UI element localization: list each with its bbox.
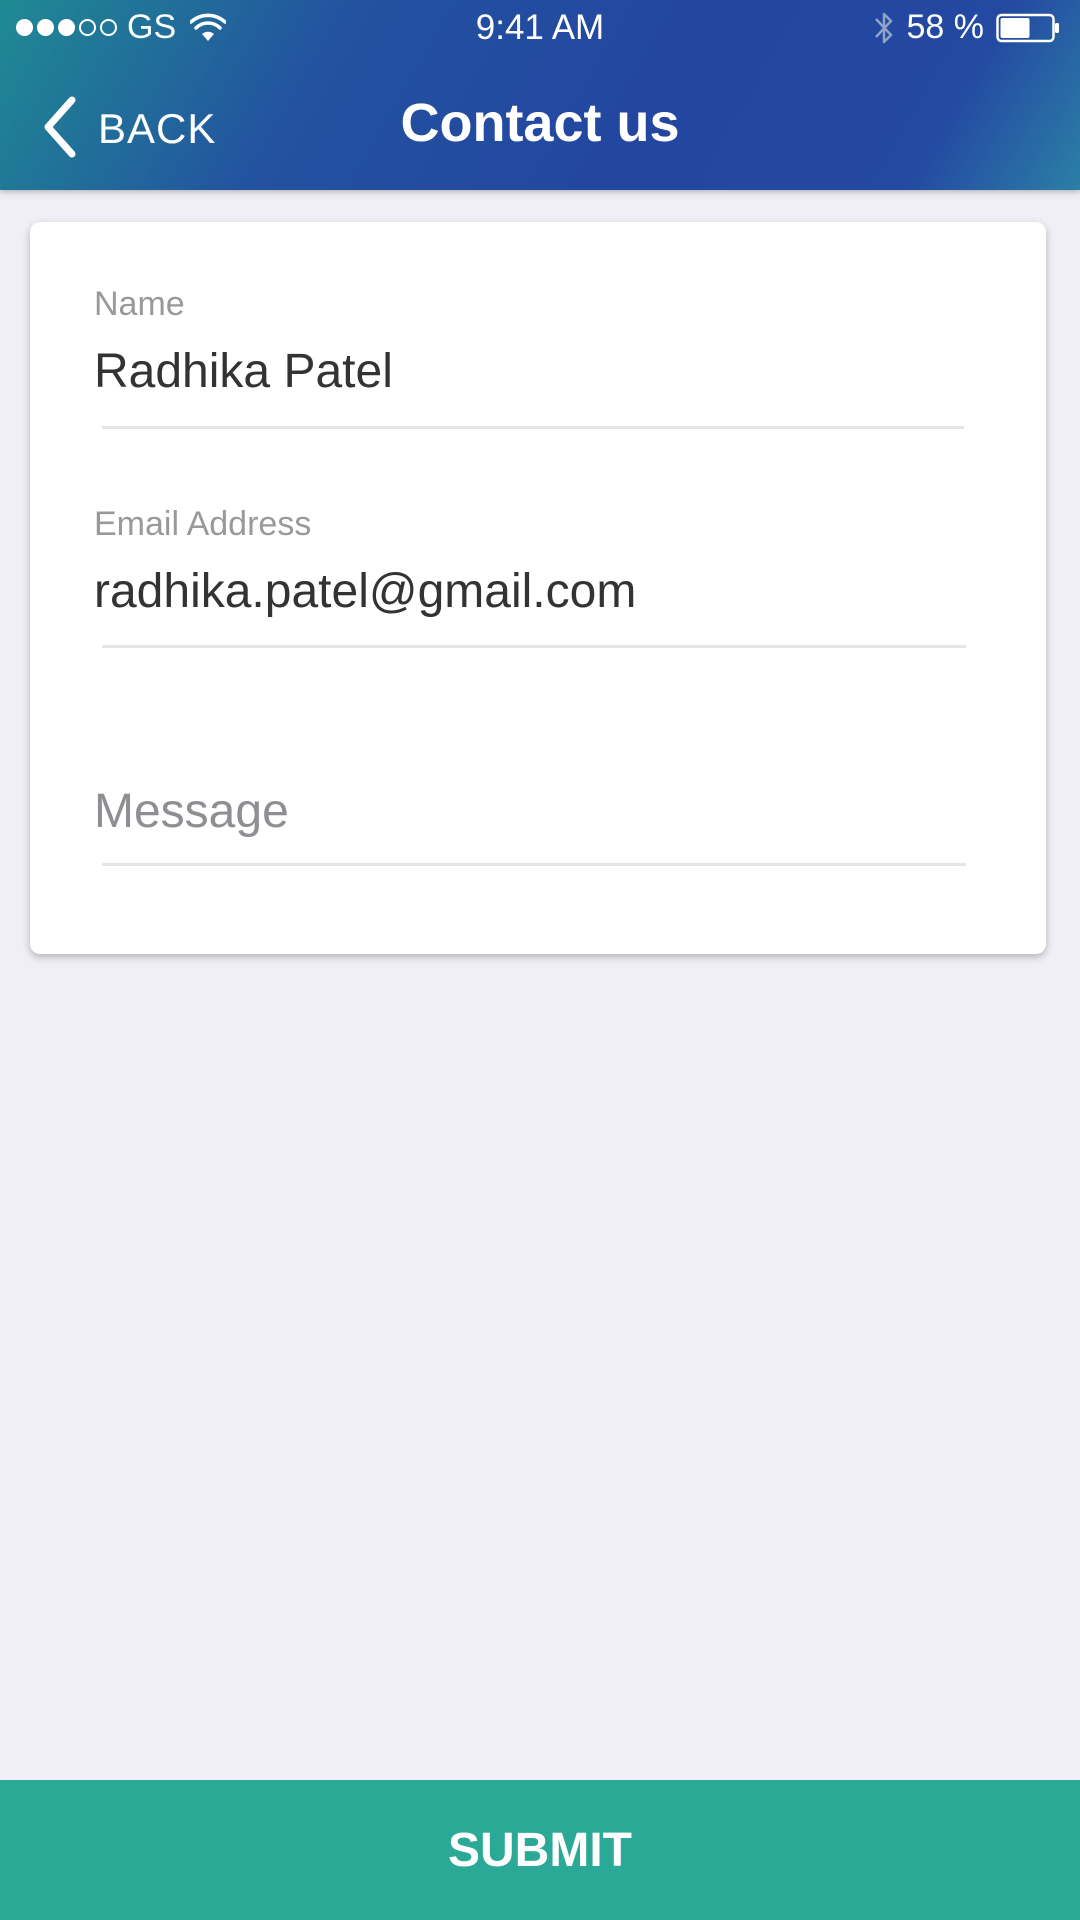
battery-fill xyxy=(1000,17,1030,38)
bluetooth-icon xyxy=(874,12,892,43)
contact-form-card: Name Radhika Patel Email Address radhika… xyxy=(30,222,1046,954)
email-field[interactable]: Email Address radhika.patel@gmail.com xyxy=(94,504,996,622)
app-header: GS 9:41 AM 58 % BACK Contact us xyxy=(0,0,1080,190)
status-right: 58 % xyxy=(873,8,1061,47)
name-label: Name xyxy=(94,285,185,323)
name-field[interactable]: Name Radhika Patel xyxy=(94,284,996,402)
page-title: Contact us xyxy=(400,93,680,153)
name-underline xyxy=(102,426,964,429)
email-underline xyxy=(102,645,966,648)
message-underline xyxy=(102,863,966,866)
status-bar: GS 9:41 AM 58 % xyxy=(0,0,1080,58)
battery-icon xyxy=(996,13,1059,42)
email-input[interactable]: radhika.patel@gmail.com xyxy=(94,562,996,622)
battery-percent: 58 % xyxy=(906,8,985,46)
message-field[interactable]: Message xyxy=(94,782,996,842)
submit-button[interactable]: SUBMIT xyxy=(0,1780,1080,1920)
message-input[interactable]: Message xyxy=(94,782,996,842)
email-label: Email Address xyxy=(94,505,312,543)
name-input[interactable]: Radhika Patel xyxy=(94,342,996,402)
